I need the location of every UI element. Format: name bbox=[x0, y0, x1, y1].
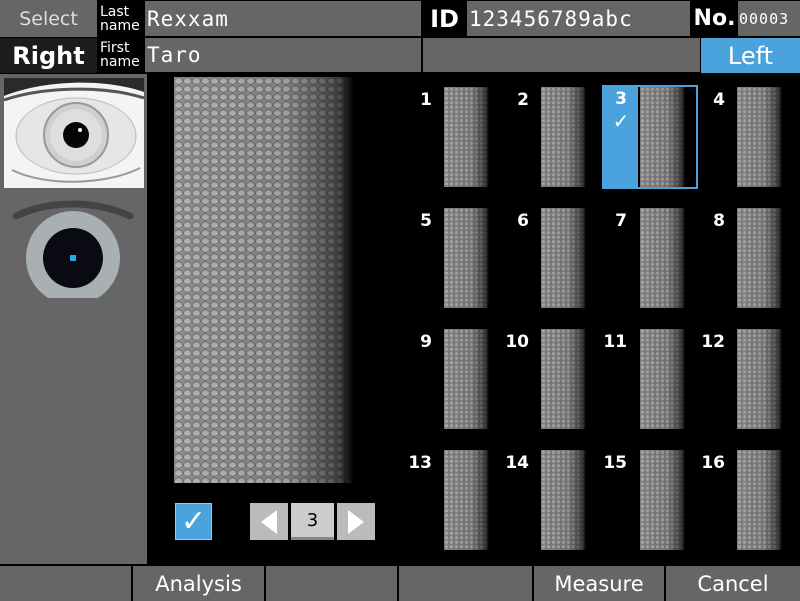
thumbnail-10-image bbox=[541, 329, 591, 429]
thumbnail-number-4: 4 bbox=[713, 90, 725, 110]
thumbnail-13-image bbox=[444, 450, 494, 550]
thumbnail-number-6: 6 bbox=[517, 211, 529, 231]
thumbnail-selected-number: 3 bbox=[615, 89, 627, 109]
analysis-button[interactable]: Analysis bbox=[133, 566, 264, 601]
number-field[interactable]: 00003 bbox=[738, 1, 800, 36]
thumbnail-11-image bbox=[640, 329, 690, 429]
first-name-label-line2: name bbox=[100, 54, 140, 70]
thumbnail-number-12: 12 bbox=[701, 332, 725, 352]
bottom-button-4[interactable] bbox=[399, 566, 532, 601]
thumbnail-1[interactable] bbox=[444, 87, 494, 187]
left-eye-button[interactable]: Left bbox=[701, 38, 800, 73]
image-page-indicator: 3 bbox=[291, 503, 334, 540]
thumbnail-5-image bbox=[444, 208, 494, 308]
thumbnail-2-image bbox=[541, 87, 591, 187]
thumbnail-number-5: 5 bbox=[420, 211, 432, 231]
thumbnail-9-image bbox=[444, 329, 494, 429]
thumbnail-number-7: 7 bbox=[615, 211, 627, 231]
header-spacer bbox=[423, 38, 700, 72]
bottom-button-1[interactable] bbox=[0, 566, 131, 601]
thumbnail-8-image bbox=[737, 208, 787, 308]
thumbnail-3[interactable] bbox=[640, 87, 690, 187]
thumbnail-16-image bbox=[737, 450, 787, 550]
thumbnail-13[interactable] bbox=[444, 450, 494, 550]
thumbnail-15[interactable] bbox=[640, 450, 690, 550]
thumbnail-11[interactable] bbox=[640, 329, 690, 429]
chevron-left-icon bbox=[261, 509, 277, 534]
previous-image-button[interactable] bbox=[250, 503, 288, 540]
last-name-label: Last name bbox=[98, 1, 144, 37]
id-label: ID bbox=[423, 0, 466, 37]
select-button[interactable]: Select bbox=[0, 0, 97, 37]
eye-side-indicator-right: Right bbox=[0, 38, 97, 73]
thumbnail-number-13: 13 bbox=[408, 453, 432, 473]
thumbnail-3-image bbox=[640, 87, 690, 187]
thumbnail-7-image bbox=[640, 208, 690, 308]
last-name-field[interactable]: Rexxam bbox=[145, 1, 421, 36]
thumbnail-16[interactable] bbox=[737, 450, 787, 550]
thumbnail-10[interactable] bbox=[541, 329, 591, 429]
thumbnail-selected-check-icon: ✓ bbox=[612, 109, 630, 133]
thumbnail-15-image bbox=[640, 450, 690, 550]
include-image-checkbox[interactable]: ✓ bbox=[175, 503, 212, 540]
thumbnail-number-9: 9 bbox=[420, 332, 432, 352]
thumbnail-number-8: 8 bbox=[713, 211, 725, 231]
eye-photo bbox=[4, 78, 144, 188]
thumbnail-14[interactable] bbox=[541, 450, 591, 550]
thumbnail-12-image bbox=[737, 329, 787, 429]
thumbnail-5[interactable] bbox=[444, 208, 494, 308]
measure-button[interactable]: Measure bbox=[534, 566, 664, 601]
thumbnail-9[interactable] bbox=[444, 329, 494, 429]
last-name-label-line2: name bbox=[100, 18, 140, 34]
thumbnail-14-image bbox=[541, 450, 591, 550]
thumbnail-number-15: 15 bbox=[603, 453, 627, 473]
cancel-button[interactable]: Cancel bbox=[666, 566, 800, 601]
thumbnail-1-image bbox=[444, 87, 494, 187]
thumbnail-2[interactable] bbox=[541, 87, 591, 187]
bottom-button-3[interactable] bbox=[266, 566, 397, 601]
thumbnail-6-image bbox=[541, 208, 591, 308]
chevron-right-icon bbox=[348, 509, 364, 534]
thumbnail-selected-tab: 3 ✓ bbox=[604, 87, 638, 187]
first-name-field[interactable]: Taro bbox=[145, 38, 421, 72]
checkmark-icon: ✓ bbox=[180, 504, 207, 539]
thumbnail-number-11: 11 bbox=[603, 332, 627, 352]
thumbnail-number-14: 14 bbox=[505, 453, 529, 473]
thumbnail-4-image bbox=[737, 87, 787, 187]
thumbnail-7[interactable] bbox=[640, 208, 690, 308]
first-name-label: First name bbox=[98, 37, 144, 73]
thumbnail-8[interactable] bbox=[737, 208, 787, 308]
first-name-label-line1: First bbox=[100, 40, 130, 56]
patient-id-field[interactable]: 123456789abc bbox=[467, 1, 690, 36]
selected-endothelium-image-graphic bbox=[174, 77, 374, 483]
number-label: No. bbox=[692, 0, 737, 37]
thumbnail-number-1: 1 bbox=[420, 90, 432, 110]
next-image-button[interactable] bbox=[337, 503, 375, 540]
eye-photo-image bbox=[4, 78, 144, 188]
thumbnail-number-10: 10 bbox=[505, 332, 529, 352]
eye-position-diagram bbox=[12, 200, 134, 298]
thumbnail-number-2: 2 bbox=[517, 90, 529, 110]
thumbnail-4[interactable] bbox=[737, 87, 787, 187]
thumbnail-number-16: 16 bbox=[701, 453, 725, 473]
selected-endothelium-image[interactable] bbox=[174, 77, 374, 483]
thumbnail-12[interactable] bbox=[737, 329, 787, 429]
last-name-label-line1: Last bbox=[100, 4, 130, 20]
thumbnail-6[interactable] bbox=[541, 208, 591, 308]
